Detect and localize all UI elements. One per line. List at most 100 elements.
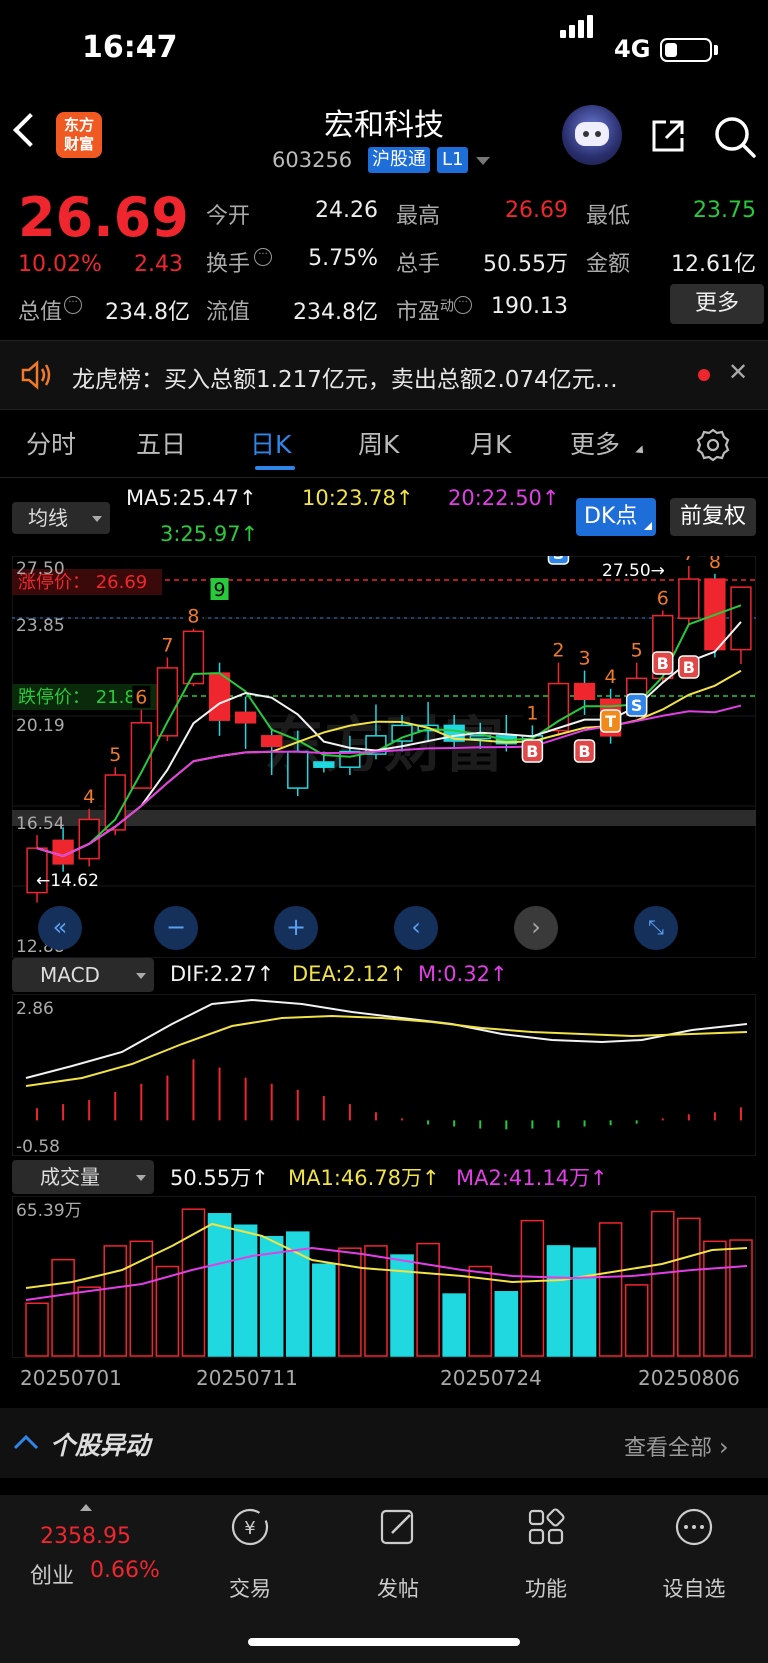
tab-daily-k[interactable]: 日K: [250, 425, 291, 461]
open-label: 今开: [206, 204, 251, 229]
view-all-link[interactable]: 查看全部 ›: [624, 1430, 729, 1462]
y-tick: 23.85: [16, 616, 65, 636]
volume-bar: [494, 1291, 519, 1357]
count-label: 1: [526, 702, 538, 724]
volume-value-label: 50.55万↑: [170, 1166, 269, 1190]
high-label: 最高: [396, 204, 441, 229]
count-label: 5: [631, 640, 643, 662]
chevron-down-icon[interactable]: [476, 157, 490, 165]
speaker-icon: [21, 360, 51, 390]
nav-trade[interactable]: ¥ 交易: [200, 1505, 300, 1601]
home-indicator[interactable]: [248, 1638, 520, 1646]
amount-value: 12.61亿: [671, 252, 756, 277]
candlestick-chart[interactable]: 东方财富 涨停价： 26.69 跌停价： 21.83 27.50 23.85 2…: [12, 556, 756, 958]
chevron-left-icon[interactable]: ‹: [394, 906, 438, 950]
volume-bar: [51, 1258, 75, 1357]
expand-icon[interactable]: [80, 1504, 92, 1511]
macd-chart[interactable]: 2.86 -0.58: [12, 994, 756, 1156]
fullscreen-icon[interactable]: ⤡: [634, 906, 678, 950]
tab-intraday[interactable]: 分时: [26, 425, 76, 461]
index-value[interactable]: 2358.95: [40, 1524, 131, 1549]
level-badge: L1: [437, 147, 469, 173]
candle: [208, 672, 231, 721]
tab-more[interactable]: 更多: [570, 425, 620, 461]
tab-weekly-k[interactable]: 周K: [358, 425, 399, 461]
rewind-icon[interactable]: «: [38, 906, 82, 950]
volume-bar: [312, 1263, 336, 1357]
candle: [156, 667, 179, 737]
min-price-mark: ←14.62: [36, 871, 99, 891]
mktcap-label: 总值 ···: [18, 294, 83, 326]
more-button[interactable]: 更多: [670, 284, 764, 324]
date-tick: 20250724: [440, 1366, 542, 1390]
date-tick: 20250711: [196, 1366, 298, 1390]
low-value: 23.75: [693, 198, 756, 223]
chevron-up-icon[interactable]: [12, 1432, 40, 1452]
ma10-label: 10:23.78↑: [302, 486, 414, 510]
index-name[interactable]: 创业: [30, 1558, 74, 1590]
close-icon[interactable]: ✕: [728, 358, 748, 386]
y-tick: 65.39万: [16, 1201, 82, 1221]
turnover-label: 换手 ···: [206, 246, 273, 278]
volume-bar: [572, 1247, 597, 1357]
candle: [678, 578, 700, 620]
m-label: M:0.32↑: [418, 962, 508, 986]
zoom-in-icon[interactable]: +: [274, 906, 318, 950]
count-label: 4: [605, 666, 617, 688]
count-label: 4: [83, 786, 95, 808]
chevron-right-icon[interactable]: ›: [514, 906, 558, 950]
volume-bar: [364, 1245, 388, 1357]
dk-point-button[interactable]: DK点: [576, 498, 656, 536]
volume-bar: [442, 1293, 466, 1357]
volume-select[interactable]: 成交量: [12, 1160, 154, 1194]
volume-value: 50.55万: [483, 252, 568, 277]
ma5-label: MA5:25.47↑: [126, 486, 257, 510]
volume-bar: [129, 1240, 154, 1357]
macd-select[interactable]: MACD: [12, 958, 154, 992]
share-icon[interactable]: [650, 118, 686, 154]
grid-icon: [528, 1508, 565, 1545]
volume-bar: [416, 1242, 440, 1357]
candle: [573, 682, 596, 701]
float-value: 234.8亿: [293, 300, 378, 325]
notice-text[interactable]: 龙虎榜：买入总额1.217亿元，卖出总额2.074亿元…: [72, 360, 618, 394]
volume-bar: [233, 1224, 258, 1357]
index-pct[interactable]: 0.66%: [90, 1558, 160, 1583]
float-label: 流值: [206, 300, 251, 325]
count-label: 2: [552, 640, 564, 662]
limit-down-label: 跌停价： 21.83: [18, 687, 147, 708]
edit-icon: [380, 1509, 414, 1545]
adjust-button[interactable]: 前复权: [670, 498, 756, 536]
volume-bar: [77, 1286, 101, 1357]
volume-bar: [520, 1219, 545, 1357]
dif-label: DIF:2.27↑: [170, 962, 275, 986]
zoom-out-icon[interactable]: −: [154, 906, 198, 950]
volume-bar: [729, 1239, 753, 1357]
max-price-mark: 27.50→: [602, 561, 665, 581]
indicator-select[interactable]: 均线: [12, 502, 110, 534]
sell-signal-label: S: [553, 556, 565, 563]
search-icon[interactable]: [712, 114, 758, 160]
low-label: 最低: [586, 204, 631, 229]
y-tick: 27.50: [16, 559, 65, 579]
vol-ma1-label: MA1:46.78万↑: [288, 1166, 440, 1190]
y-tick: 16.54: [16, 814, 65, 834]
tab-five-day[interactable]: 五日: [136, 425, 186, 461]
vol-ma2-label: MA2:41.14万↑: [456, 1166, 608, 1190]
gear-icon[interactable]: [696, 428, 730, 462]
nav-functions[interactable]: 功能: [496, 1505, 596, 1601]
tab-monthly-k[interactable]: 月K: [470, 425, 511, 461]
market-badge: 沪股通: [368, 147, 430, 173]
high-value: 26.69: [505, 198, 568, 223]
candle: [547, 682, 570, 732]
volume-chart[interactable]: 65.39万: [12, 1196, 756, 1358]
nav-watchlist[interactable]: 设自选: [644, 1505, 744, 1601]
candle: [261, 735, 283, 748]
nav-post[interactable]: 发帖: [348, 1505, 448, 1601]
last-price: 26.69: [18, 186, 189, 249]
candle: [730, 586, 752, 651]
volume-bar: [103, 1245, 128, 1357]
date-tick: 20250701: [20, 1366, 122, 1390]
buy-signal-label: B: [657, 654, 669, 673]
volume-bar: [677, 1217, 701, 1357]
